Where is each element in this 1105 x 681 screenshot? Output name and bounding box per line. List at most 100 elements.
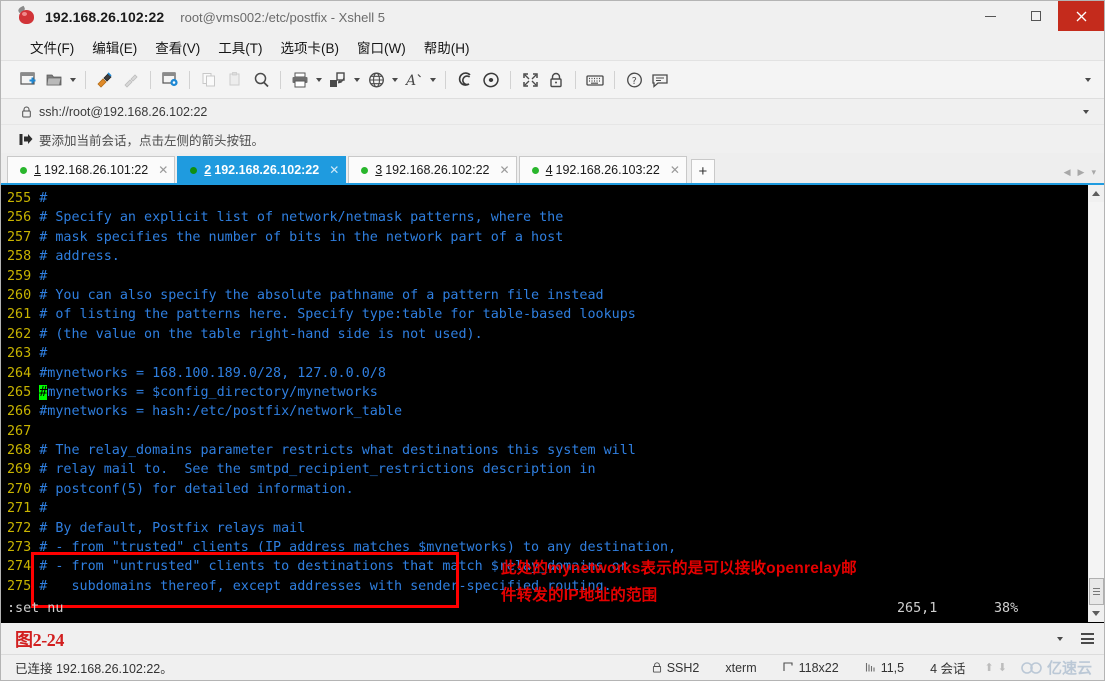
scroll-down-arrow-icon[interactable] [1088, 605, 1105, 622]
window-title-subtitle: root@vms002:/etc/postfix - Xshell 5 [180, 9, 385, 25]
scrollbar-track[interactable] [1088, 202, 1104, 605]
terminal-scrollbar[interactable] [1087, 185, 1104, 622]
scroll-up-arrow-icon[interactable] [1088, 185, 1105, 202]
minimize-button[interactable] [968, 1, 1013, 31]
tab-close-icon[interactable]: ✕ [158, 163, 168, 177]
tab-next-icon[interactable]: ▶ [1078, 167, 1085, 178]
line-text: # relay mail to. See the smtpd_recipient… [39, 462, 596, 478]
status-size: 118x22 [798, 660, 839, 675]
line-text: # [39, 191, 48, 206]
terminal-line: 267 [7, 422, 1087, 441]
toolbar-separator [189, 70, 190, 89]
line-number: 259 [7, 268, 32, 284]
print-icon[interactable] [287, 67, 313, 93]
tab-number: 2 [204, 163, 212, 177]
status-bar-right: SSH2 xterm 118x22 11,5 4 会话 ⬆ ⬇ 亿速云 [639, 655, 1104, 681]
disconnect-icon [118, 67, 144, 93]
tab-close-icon[interactable]: ✕ [329, 163, 339, 177]
tab-status-dot-icon [531, 166, 539, 174]
svg-text:A: A [405, 73, 416, 88]
tab-session-2[interactable]: 2 192.168.26.102:22 ✕ [177, 156, 347, 183]
line-number: 264 [7, 365, 32, 381]
tab-close-icon[interactable]: ✕ [500, 163, 510, 177]
open-folder-dropdown-caret-icon[interactable] [67, 67, 79, 93]
font-dropdown-caret-icon[interactable] [427, 67, 439, 93]
line-number: 268 [7, 443, 32, 459]
watermark-text: 亿速云 [1046, 660, 1092, 677]
terminal-screen[interactable]: 255 #256 # Specify an explicit list of n… [1, 185, 1087, 622]
add-session-arrow-icon[interactable] [19, 133, 33, 146]
menu-file[interactable]: 文件(F) [21, 34, 83, 60]
xshell-window: 192.168.26.102:22 root@vms002:/etc/postf… [0, 0, 1105, 681]
new-session-icon[interactable] [15, 67, 41, 93]
scrollbar-thumb[interactable] [1088, 578, 1104, 605]
line-text: # - from "trusted" clients (IP address m… [39, 540, 677, 556]
figure-dropdown-caret-icon[interactable] [1054, 626, 1066, 652]
status-protocol-cell: SSH2 [639, 661, 713, 675]
terminal-line: 271 # [7, 499, 1087, 518]
watermark: 亿速云 [1013, 657, 1104, 678]
help-icon[interactable]: ? [621, 67, 647, 93]
compose-bar-icon[interactable] [452, 67, 478, 93]
tab-list-caret-icon[interactable]: ▾ [1091, 167, 1096, 178]
line-number: 267 [7, 423, 32, 439]
terminal-line: 265 #mynetworks = $config_directory/myne… [7, 383, 1087, 402]
tab-session-3[interactable]: 3 192.168.26.102:22 ✕ [348, 156, 517, 183]
tab-session-4[interactable]: 4 192.168.26.103:22 ✕ [518, 156, 687, 183]
status-session-count: 4 会话 [930, 662, 966, 676]
highlight-icon[interactable] [478, 67, 504, 93]
line-text: # [39, 268, 48, 284]
terminal-line: 270 # postconf(5) for detailed informati… [7, 480, 1087, 499]
line-text: # postconf(5) for detailed information. [39, 481, 354, 497]
toolbar-overflow-caret-icon[interactable] [1082, 67, 1094, 93]
menu-edit[interactable]: 编辑(E) [83, 34, 146, 60]
fullscreen-icon[interactable] [517, 67, 543, 93]
line-text: # By default, Postfix relays mail [39, 520, 306, 536]
status-terminal-type: xterm [725, 660, 757, 675]
toolbar-separator [445, 70, 446, 89]
terminal-cursor: # [39, 384, 48, 400]
tab-close-icon[interactable]: ✕ [670, 163, 680, 177]
toolbar-separator [575, 70, 576, 89]
close-icon [1076, 11, 1086, 21]
address-bar[interactable]: ssh://root@192.168.26.102:22 [1, 99, 1104, 125]
new-tab-button[interactable]: + [690, 159, 715, 183]
tab-session-1[interactable]: 1 192.168.26.101:22 ✕ [7, 156, 176, 183]
encoding-dropdown-caret-icon[interactable] [389, 67, 401, 93]
annotation-line-1: 此处的mynetworks表示的是可以接收openrelay邮 [501, 560, 857, 577]
transfer-file-icon[interactable] [325, 67, 351, 93]
terminal-line: 256 # Specify an explicit list of networ… [7, 208, 1087, 227]
figure-caption-bar: 图2-24 [1, 622, 1104, 654]
line-text: # The relay_domains parameter restricts … [39, 443, 636, 459]
address-url: ssh://root@192.168.26.102:22 [39, 104, 208, 119]
menu-window[interactable]: 窗口(W) [348, 34, 415, 60]
menu-tabs[interactable]: 选项卡(B) [272, 34, 349, 60]
menu-view[interactable]: 查看(V) [146, 34, 209, 60]
address-dropdown-caret-icon[interactable] [1080, 99, 1092, 125]
print-dropdown-caret-icon[interactable] [313, 67, 325, 93]
terminal-line: 260 # You can also specify the absolute … [7, 286, 1087, 305]
open-folder-icon[interactable] [41, 67, 67, 93]
chat-icon[interactable] [647, 67, 673, 93]
line-number: 275 [7, 578, 32, 594]
tab-prev-icon[interactable]: ◀ [1064, 167, 1071, 178]
find-icon[interactable] [248, 67, 274, 93]
figure-label: 图2-24 [15, 629, 64, 650]
keyboard-icon[interactable] [582, 67, 608, 93]
menu-help[interactable]: 帮助(H) [415, 34, 479, 60]
font-icon[interactable]: A [401, 67, 427, 93]
vim-command: :set nu [7, 600, 64, 616]
menu-tools[interactable]: 工具(T) [209, 34, 271, 60]
hamburger-icon[interactable] [1081, 633, 1094, 644]
session-properties-icon[interactable] [157, 67, 183, 93]
lock-icon[interactable] [543, 67, 569, 93]
connect-icon[interactable] [92, 67, 118, 93]
close-button[interactable] [1058, 1, 1104, 31]
encoding-globe-icon[interactable] [363, 67, 389, 93]
line-number: 255 [7, 191, 32, 206]
line-text: # [39, 346, 48, 362]
transfer-dropdown-caret-icon[interactable] [351, 67, 363, 93]
line-number: 273 [7, 540, 32, 556]
tab-number: 4 [545, 163, 553, 177]
maximize-button[interactable] [1013, 1, 1058, 31]
